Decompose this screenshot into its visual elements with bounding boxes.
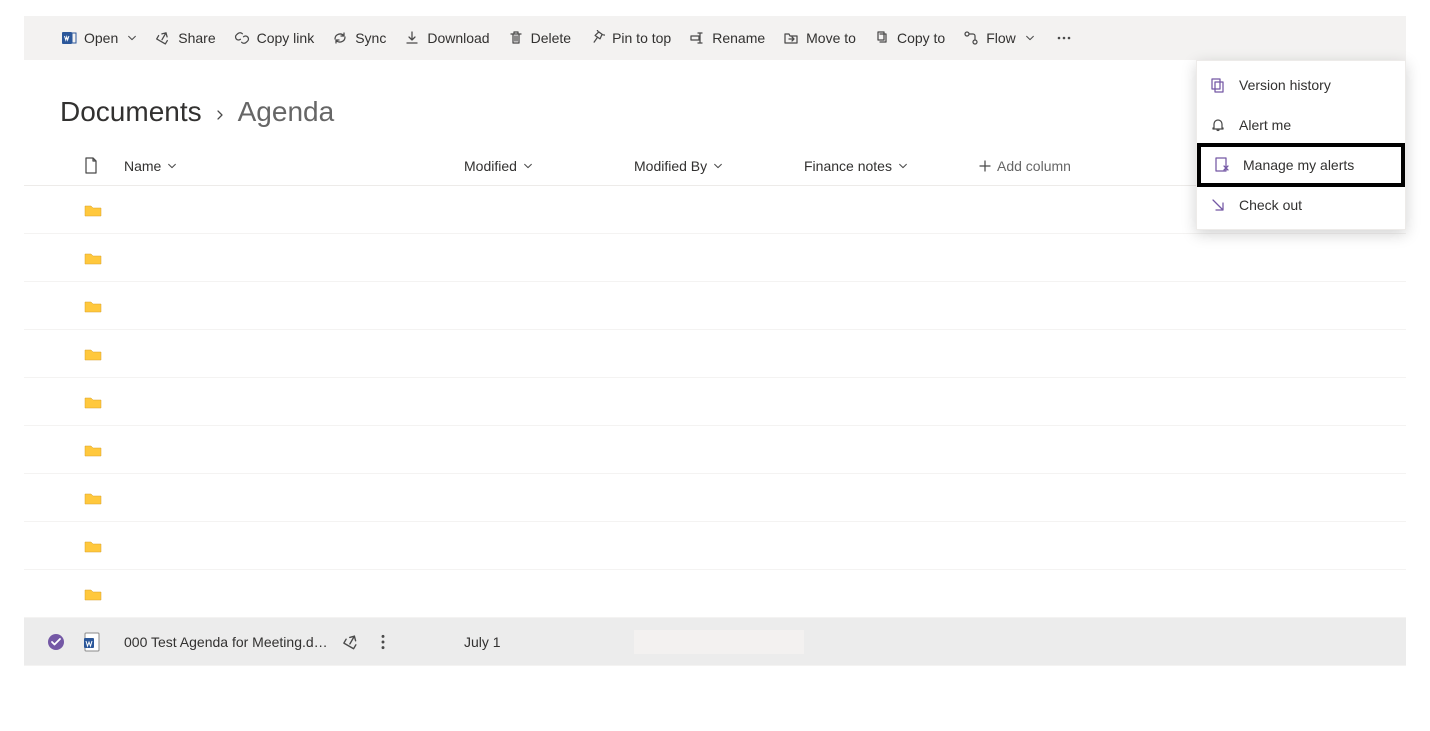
breadcrumb-root[interactable]: Documents: [60, 96, 202, 128]
copy-link-button[interactable]: Copy link: [225, 16, 324, 60]
word-document-icon: [84, 632, 100, 652]
folder-icon: [84, 251, 102, 265]
download-button[interactable]: Download: [395, 16, 498, 60]
folder-icon: [84, 299, 102, 313]
sync-icon: [332, 30, 348, 46]
open-label: Open: [84, 30, 118, 46]
column-finance-notes[interactable]: Finance notes: [804, 158, 979, 174]
open-button[interactable]: Open: [52, 16, 146, 60]
delete-button[interactable]: Delete: [499, 16, 580, 60]
add-column-label: Add column: [997, 158, 1071, 174]
folder-icon: [84, 203, 102, 217]
more-icon: [1056, 30, 1072, 46]
folder-icon: [84, 491, 102, 505]
overflow-button[interactable]: [1044, 16, 1084, 60]
list-item[interactable]: [24, 234, 1406, 282]
menu-alert-me-label: Alert me: [1239, 117, 1291, 133]
copy-to-icon: [874, 30, 890, 46]
more-row-button[interactable]: [374, 633, 392, 651]
flow-label: Flow: [986, 30, 1016, 46]
chevron-down-icon: [127, 33, 137, 43]
list-item[interactable]: [24, 282, 1406, 330]
column-type-icon[interactable]: [84, 157, 124, 175]
rename-label: Rename: [712, 30, 765, 46]
file-modified: July 1: [464, 634, 501, 650]
sync-label: Sync: [355, 30, 386, 46]
chevron-down-icon: [167, 161, 177, 171]
menu-manage-my-alerts-label: Manage my alerts: [1243, 157, 1354, 173]
overflow-menu: Version history Alert me Manage my alert…: [1196, 60, 1406, 230]
move-to-label: Move to: [806, 30, 856, 46]
redacted-cell: [634, 630, 804, 654]
command-bar: Open Share Copy link Sync Downloa: [24, 16, 1406, 60]
share-icon: [155, 30, 171, 46]
menu-check-out-label: Check out: [1239, 197, 1302, 213]
menu-check-out[interactable]: Check out: [1197, 185, 1405, 225]
list-item[interactable]: [24, 474, 1406, 522]
sync-button[interactable]: Sync: [323, 16, 395, 60]
table-body: 000 Test Agenda for Meeting.d… July 1: [24, 186, 1406, 666]
list-item[interactable]: [24, 426, 1406, 474]
download-label: Download: [427, 30, 489, 46]
pin-button[interactable]: Pin to top: [580, 16, 680, 60]
column-modified-by-label: Modified By: [634, 158, 707, 174]
folder-icon: [84, 539, 102, 553]
breadcrumb-leaf: Agenda: [238, 96, 335, 128]
list-item[interactable]: [24, 330, 1406, 378]
rename-button[interactable]: Rename: [680, 16, 774, 60]
move-to-icon: [783, 30, 799, 46]
move-to-button[interactable]: Move to: [774, 16, 865, 60]
copy-to-label: Copy to: [897, 30, 945, 46]
delete-label: Delete: [531, 30, 571, 46]
menu-version-history-label: Version history: [1239, 77, 1331, 93]
flow-icon: [963, 30, 979, 46]
chevron-right-icon: [214, 108, 226, 126]
flow-button[interactable]: Flow: [954, 16, 1044, 60]
menu-version-history[interactable]: Version history: [1197, 65, 1405, 105]
manage-alerts-icon: [1213, 156, 1231, 174]
column-finance-notes-label: Finance notes: [804, 158, 892, 174]
column-name-label: Name: [124, 158, 161, 174]
share-row-button[interactable]: [342, 633, 360, 651]
folder-icon: [84, 395, 102, 409]
folder-icon: [84, 347, 102, 361]
bell-icon: [1209, 116, 1227, 134]
add-column-button[interactable]: Add column: [979, 158, 1099, 174]
check-out-icon: [1209, 196, 1227, 214]
chevron-down-icon: [523, 161, 533, 171]
list-item[interactable]: [24, 522, 1406, 570]
selected-indicator[interactable]: [42, 633, 70, 651]
menu-alert-me[interactable]: Alert me: [1197, 105, 1405, 145]
column-modified-label: Modified: [464, 158, 517, 174]
column-modified[interactable]: Modified: [464, 158, 634, 174]
copy-link-label: Copy link: [257, 30, 315, 46]
trash-icon: [508, 30, 524, 46]
copy-to-button[interactable]: Copy to: [865, 16, 954, 60]
download-icon: [404, 30, 420, 46]
chevron-down-icon: [713, 161, 723, 171]
column-name[interactable]: Name: [124, 158, 464, 174]
menu-manage-my-alerts[interactable]: Manage my alerts: [1197, 143, 1405, 187]
pin-icon: [589, 30, 605, 46]
version-history-icon: [1209, 76, 1227, 94]
share-button[interactable]: Share: [146, 16, 224, 60]
link-icon: [234, 30, 250, 46]
checkmark-circle-icon: [47, 633, 65, 651]
folder-icon: [84, 443, 102, 457]
list-item[interactable]: 000 Test Agenda for Meeting.d… July 1: [24, 618, 1406, 666]
rename-icon: [689, 30, 705, 46]
word-app-icon: [61, 30, 77, 46]
file-name: 000 Test Agenda for Meeting.d…: [124, 634, 328, 650]
share-label: Share: [178, 30, 215, 46]
pin-label: Pin to top: [612, 30, 671, 46]
folder-icon: [84, 587, 102, 601]
list-item[interactable]: [24, 378, 1406, 426]
page: Open Share Copy link Sync Downloa: [0, 0, 1430, 731]
chevron-down-icon: [898, 161, 908, 171]
column-modified-by[interactable]: Modified By: [634, 158, 804, 174]
list-item[interactable]: [24, 570, 1406, 618]
chevron-down-icon: [1025, 33, 1035, 43]
plus-icon: [979, 160, 991, 172]
